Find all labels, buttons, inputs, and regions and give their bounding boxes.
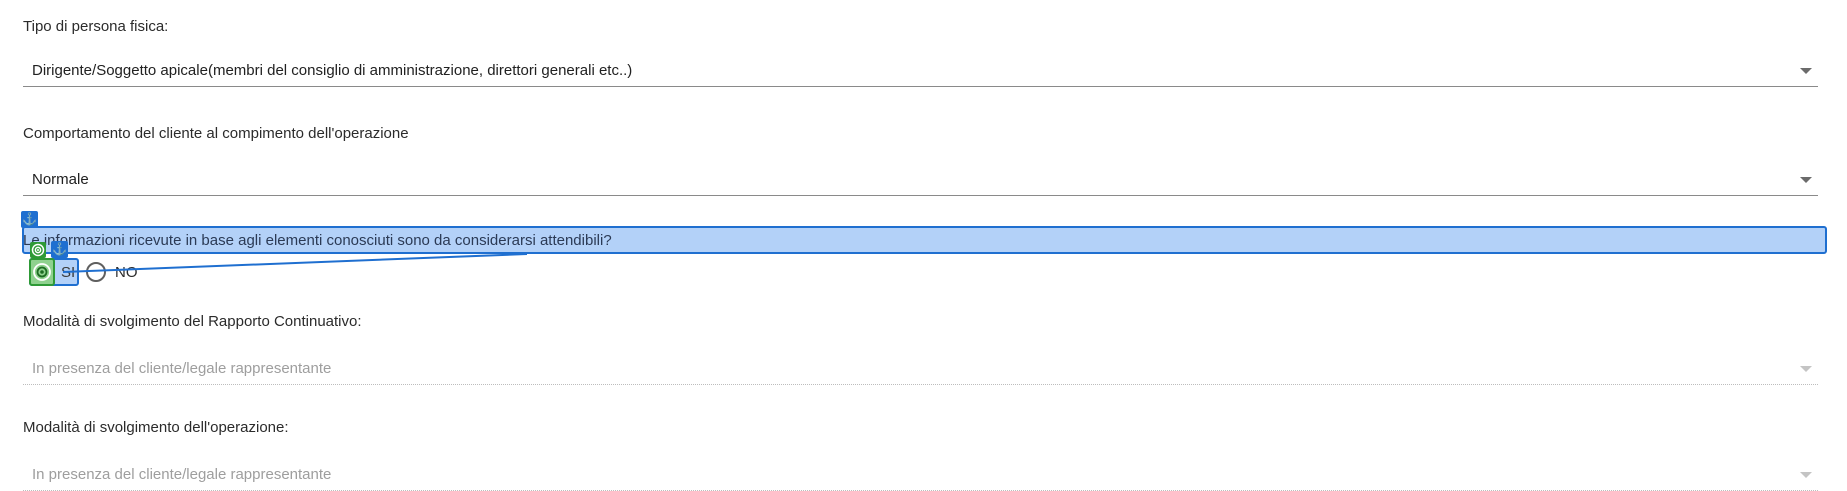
form-page: Tipo di persona fisica: Dirigente/Sogget…	[0, 0, 1847, 491]
annotation-connector	[62, 253, 528, 273]
modalita-rapporto-label: Modalità di svolgimento del Rapporto Con…	[23, 313, 362, 330]
chevron-down-icon	[1800, 472, 1812, 478]
modalita-operazione-select: In presenza del cliente/legale rappresen…	[23, 463, 1818, 491]
chevron-down-icon	[1800, 366, 1812, 372]
modalita-operazione-label: Modalità di svolgimento dell'operazione:	[23, 419, 289, 436]
modalita-rapporto-value: In presenza del cliente/legale rappresen…	[32, 360, 332, 377]
modalita-rapporto-select: In presenza del cliente/legale rappresen…	[23, 357, 1818, 385]
modalita-operazione-value: In presenza del cliente/legale rappresen…	[32, 466, 332, 483]
